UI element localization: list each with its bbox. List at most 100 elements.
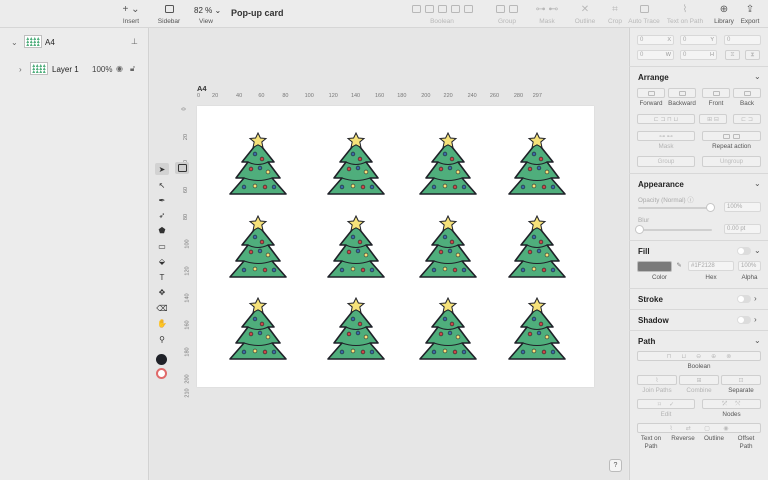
christmas-tree-graphic[interactable]: [326, 132, 386, 198]
ruler-tick-label: 180: [397, 93, 407, 99]
shadow-toggle[interactable]: [737, 316, 751, 324]
separate-button[interactable]: ⊡: [721, 375, 761, 385]
back-button[interactable]: [733, 88, 761, 98]
pin-icon[interactable]: ⊥: [131, 37, 138, 46]
mask-icon: ⊶ ⊷: [535, 3, 559, 15]
x-field[interactable]: 0X: [637, 35, 674, 45]
chevron-down-icon[interactable]: ⌄: [11, 38, 18, 47]
christmas-tree-graphic[interactable]: [326, 297, 386, 363]
flip-horizontal-icon[interactable]: ⧖: [725, 50, 740, 60]
chevron-right-icon[interactable]: ›: [754, 315, 757, 324]
opacity-slider-knob[interactable]: [706, 203, 715, 212]
text-on-path-button[interactable]: ⌇ Text on Path: [665, 3, 705, 26]
stroke-title: Stroke: [638, 295, 663, 304]
angle-field[interactable]: 0: [724, 35, 761, 45]
join-paths-button[interactable]: ⌇: [637, 375, 677, 385]
blur-slider-knob[interactable]: [635, 225, 644, 234]
insert-button[interactable]: + ⌄ Insert: [112, 3, 150, 26]
align-options-icon[interactable]: [175, 162, 189, 174]
boolean-path-buttons[interactable]: ⊓ ⊔ ⊖ ⊕ ⊗: [637, 351, 761, 361]
align-group-left[interactable]: ⊏ ⊐ ⊓ ⊔: [637, 114, 695, 124]
fill-toggle[interactable]: [737, 247, 751, 255]
rectangle-tool-icon[interactable]: ▭: [155, 240, 169, 252]
ruler-tick-label: 60: [183, 186, 190, 194]
path-actions-buttons[interactable]: ⌇ ⇄ ▢ ◉: [637, 423, 761, 433]
help-button[interactable]: ?: [609, 459, 622, 472]
chevron-right-icon[interactable]: ›: [19, 65, 22, 74]
christmas-tree-graphic[interactable]: [507, 297, 567, 363]
artboard[interactable]: [197, 106, 594, 387]
text-tool-icon[interactable]: T: [155, 271, 169, 283]
chevron-down-icon[interactable]: ⌄: [754, 246, 761, 255]
mask-button-inspector[interactable]: ⊶ ⊷: [637, 131, 695, 141]
y-field[interactable]: 0Y: [680, 35, 717, 45]
chevron-right-icon[interactable]: ›: [754, 294, 757, 303]
christmas-tree-graphic[interactable]: [228, 297, 288, 363]
christmas-tree-graphic[interactable]: [507, 132, 567, 198]
christmas-tree-graphic[interactable]: [228, 132, 288, 198]
nodes-button[interactable]: ⤱ ⤲: [702, 399, 761, 409]
text-on-path-icon: ⌇: [682, 3, 688, 15]
lock-icon[interactable]: 🔓︎: [130, 64, 135, 74]
eraser-tool-icon[interactable]: ⌫: [155, 302, 169, 314]
eye-icon[interactable]: ◉: [116, 64, 123, 73]
ruler-tick-label: 120: [328, 93, 338, 99]
hex-field[interactable]: #1F2128: [688, 261, 734, 271]
christmas-tree-graphic[interactable]: [418, 215, 478, 281]
distribute-group[interactable]: ⊞ ⊟: [699, 114, 727, 124]
opacity-slider[interactable]: [638, 207, 712, 209]
boolean-buttons[interactable]: Boolean: [411, 3, 473, 25]
ungroup-button[interactable]: Ungroup: [702, 156, 761, 167]
stroke-toggle[interactable]: [737, 295, 751, 303]
christmas-tree-graphic[interactable]: [326, 215, 386, 281]
sidebar-button[interactable]: Sidebar: [150, 3, 188, 25]
alpha-field[interactable]: 100%: [738, 261, 761, 271]
node-tool-icon[interactable]: ↖: [155, 179, 169, 191]
chevron-down-icon[interactable]: ⌄: [754, 72, 761, 81]
front-button[interactable]: [702, 88, 730, 98]
auto-trace-button[interactable]: Auto Trace: [625, 3, 663, 25]
edit-path-button[interactable]: ⌑ ✓: [637, 399, 695, 409]
move-tool-icon[interactable]: ➤: [155, 163, 169, 175]
pencil-tool-icon[interactable]: ➶: [155, 209, 169, 221]
christmas-tree-graphic[interactable]: [418, 297, 478, 363]
zoom-dropdown[interactable]: 82 % ⌄: [194, 6, 221, 15]
fill-color-swatch[interactable]: [156, 354, 167, 365]
layer-row-layer-1[interactable]: › Layer 1 100% ◉ 🔓︎: [0, 60, 149, 78]
flip-vertical-icon[interactable]: ⧗: [745, 50, 760, 60]
brush-tool-icon[interactable]: ⬟: [155, 224, 169, 236]
artboard-label: A4: [197, 84, 207, 93]
ruler-tick-label: 20: [183, 133, 190, 141]
layer-row-artboard[interactable]: ⌄ A4 ⊥: [0, 33, 149, 51]
group-button-inspector[interactable]: Group: [637, 156, 695, 167]
transform-tool-icon[interactable]: ✥: [155, 286, 169, 298]
w-field[interactable]: 0W: [637, 50, 674, 60]
ruler-tick-label: 60: [258, 93, 265, 99]
fill-color-well[interactable]: [637, 261, 672, 272]
stroke-color-swatch[interactable]: [156, 368, 167, 379]
group-button[interactable]: Group: [488, 3, 526, 25]
mask-button[interactable]: ⊶ ⊷ Mask: [528, 3, 566, 26]
christmas-tree-graphic[interactable]: [228, 215, 288, 281]
hand-tool-icon[interactable]: ✋: [155, 317, 169, 329]
christmas-tree-graphic[interactable]: [507, 215, 567, 281]
blur-field[interactable]: 0.00 pt: [724, 224, 761, 234]
blur-slider[interactable]: [638, 229, 712, 231]
zoom-tool-icon[interactable]: ⚲: [155, 333, 169, 345]
chevron-down-icon[interactable]: ⌄: [754, 179, 761, 188]
christmas-tree-graphic[interactable]: [418, 132, 478, 198]
combine-button[interactable]: ⊞: [679, 375, 719, 385]
fill-tool-icon[interactable]: ⬙: [155, 255, 169, 267]
chevron-down-icon[interactable]: ⌄: [754, 336, 761, 345]
forward-button[interactable]: [637, 88, 665, 98]
export-button[interactable]: ⇪ Export: [731, 3, 768, 26]
align-group-right[interactable]: ⊏ ⊐: [733, 114, 761, 124]
backward-button[interactable]: [668, 88, 696, 98]
pen-tool-icon[interactable]: ✒: [155, 194, 169, 206]
repeat-action-button[interactable]: [702, 131, 761, 141]
opacity-field[interactable]: 100%: [724, 202, 761, 212]
h-field[interactable]: 0H: [680, 50, 717, 60]
ruler-tick-label: 20: [212, 93, 219, 99]
library-icon: ⊕: [719, 3, 729, 15]
eyedropper-icon[interactable]: ✎: [674, 262, 684, 269]
